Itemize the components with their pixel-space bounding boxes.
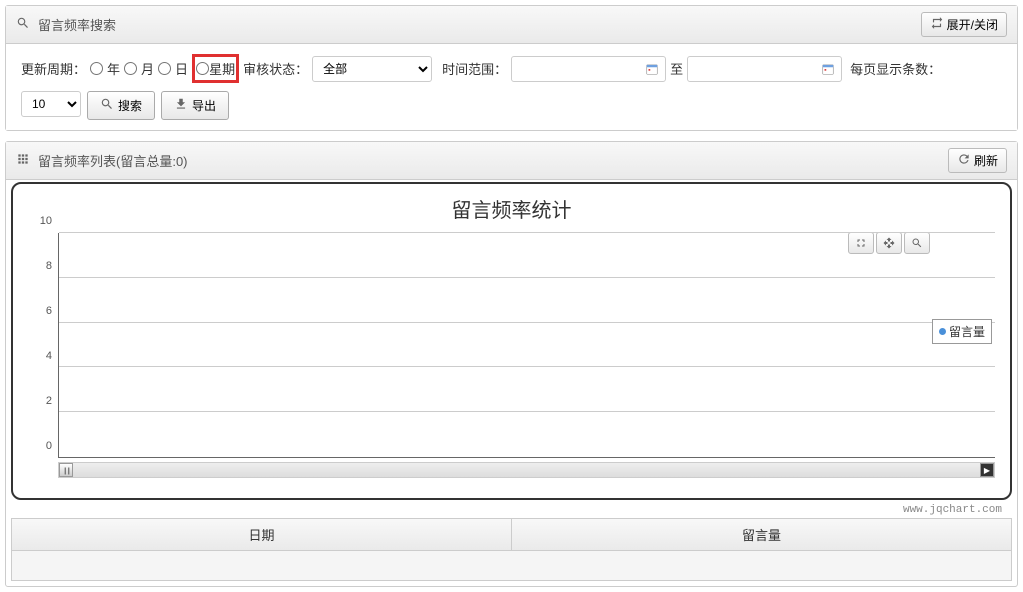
update-cycle-label: 更新周期： — [21, 59, 86, 78]
per-page-label: 每页显示条数： — [850, 59, 941, 78]
chart-title: 留言频率统计 — [28, 194, 995, 223]
table-empty-body — [11, 551, 1012, 581]
search-panel: 留言频率搜索 展开/关闭 更新周期： 年 月 日 星期 审核状态： 全部 — [5, 5, 1018, 131]
table-col-count: 留言量 — [512, 519, 1011, 550]
grid-icon — [16, 152, 30, 169]
search-icon — [16, 16, 30, 33]
status-label: 审核状态： — [243, 59, 308, 78]
y-tick: 0 — [46, 440, 52, 452]
date-from-input[interactable] — [511, 56, 666, 82]
calendar-icon — [821, 62, 835, 75]
y-tick: 6 — [46, 305, 52, 317]
refresh-icon — [957, 152, 971, 169]
search-btn-label: 搜索 — [118, 97, 142, 114]
toggle-expand-button[interactable]: 展开/关闭 — [921, 12, 1007, 37]
y-tick: 10 — [40, 215, 52, 227]
radio-month-label: 月 — [141, 59, 154, 78]
per-page-select[interactable]: 10 — [21, 91, 81, 117]
y-tick: 4 — [46, 350, 52, 362]
radio-day-label: 日 — [175, 59, 188, 78]
radio-day[interactable] — [158, 62, 171, 75]
export-btn-label: 导出 — [192, 97, 216, 114]
chart-container: 留言频率统计 0 2 4 6 8 10 — [11, 182, 1012, 500]
refresh-button[interactable]: 刷新 — [948, 148, 1007, 173]
status-select[interactable]: 全部 — [312, 56, 432, 82]
table-col-date: 日期 — [12, 519, 512, 550]
chart-scrubber[interactable]: ▶ — [58, 462, 995, 478]
highlight-week-radio: 星期 — [192, 54, 239, 83]
export-button[interactable]: 导出 — [161, 91, 229, 120]
search-panel-header: 留言频率搜索 展开/关闭 — [6, 6, 1017, 44]
search-panel-body: 更新周期： 年 月 日 星期 审核状态： 全部 时间范围： 至 — [6, 44, 1017, 130]
date-to-input[interactable] — [687, 56, 842, 82]
table-header: 日期 留言量 — [11, 518, 1012, 551]
legend-dot-icon — [939, 328, 946, 335]
legend-label: 留言量 — [949, 323, 985, 340]
scrubber-handle-left[interactable] — [59, 463, 73, 477]
radio-year[interactable] — [90, 62, 103, 75]
refresh-btn-label: 刷新 — [974, 152, 998, 169]
toggle-btn-label: 展开/关闭 — [947, 16, 998, 33]
search-icon — [100, 97, 114, 114]
retweet-icon — [930, 16, 944, 33]
radio-week-label: 星期 — [209, 59, 235, 78]
chart-watermark: www.jqchart.com — [6, 502, 1017, 518]
search-panel-title: 留言频率搜索 — [38, 15, 116, 34]
radio-month[interactable] — [124, 62, 137, 75]
y-tick: 8 — [46, 260, 52, 272]
list-panel-title: 留言频率列表(留言总量:0) — [38, 151, 188, 170]
scrubber-handle-right[interactable]: ▶ — [980, 463, 994, 477]
search-button[interactable]: 搜索 — [87, 91, 155, 120]
date-to-label: 至 — [670, 59, 683, 78]
radio-year-label: 年 — [107, 59, 120, 78]
chart-plot-area: 0 2 4 6 8 10 — [28, 233, 995, 458]
y-tick: 2 — [46, 395, 52, 407]
radio-week[interactable] — [196, 62, 209, 75]
chart-legend: 留言量 — [932, 319, 992, 344]
y-axis: 0 2 4 6 8 10 — [28, 233, 58, 458]
list-panel-header: 留言频率列表(留言总量:0) 刷新 — [6, 142, 1017, 180]
plot-area[interactable] — [58, 233, 995, 458]
calendar-icon — [645, 62, 659, 75]
time-range-label: 时间范围： — [442, 59, 507, 78]
download-icon — [174, 97, 188, 114]
list-panel: 留言频率列表(留言总量:0) 刷新 留言频率统计 0 2 — [5, 141, 1018, 587]
